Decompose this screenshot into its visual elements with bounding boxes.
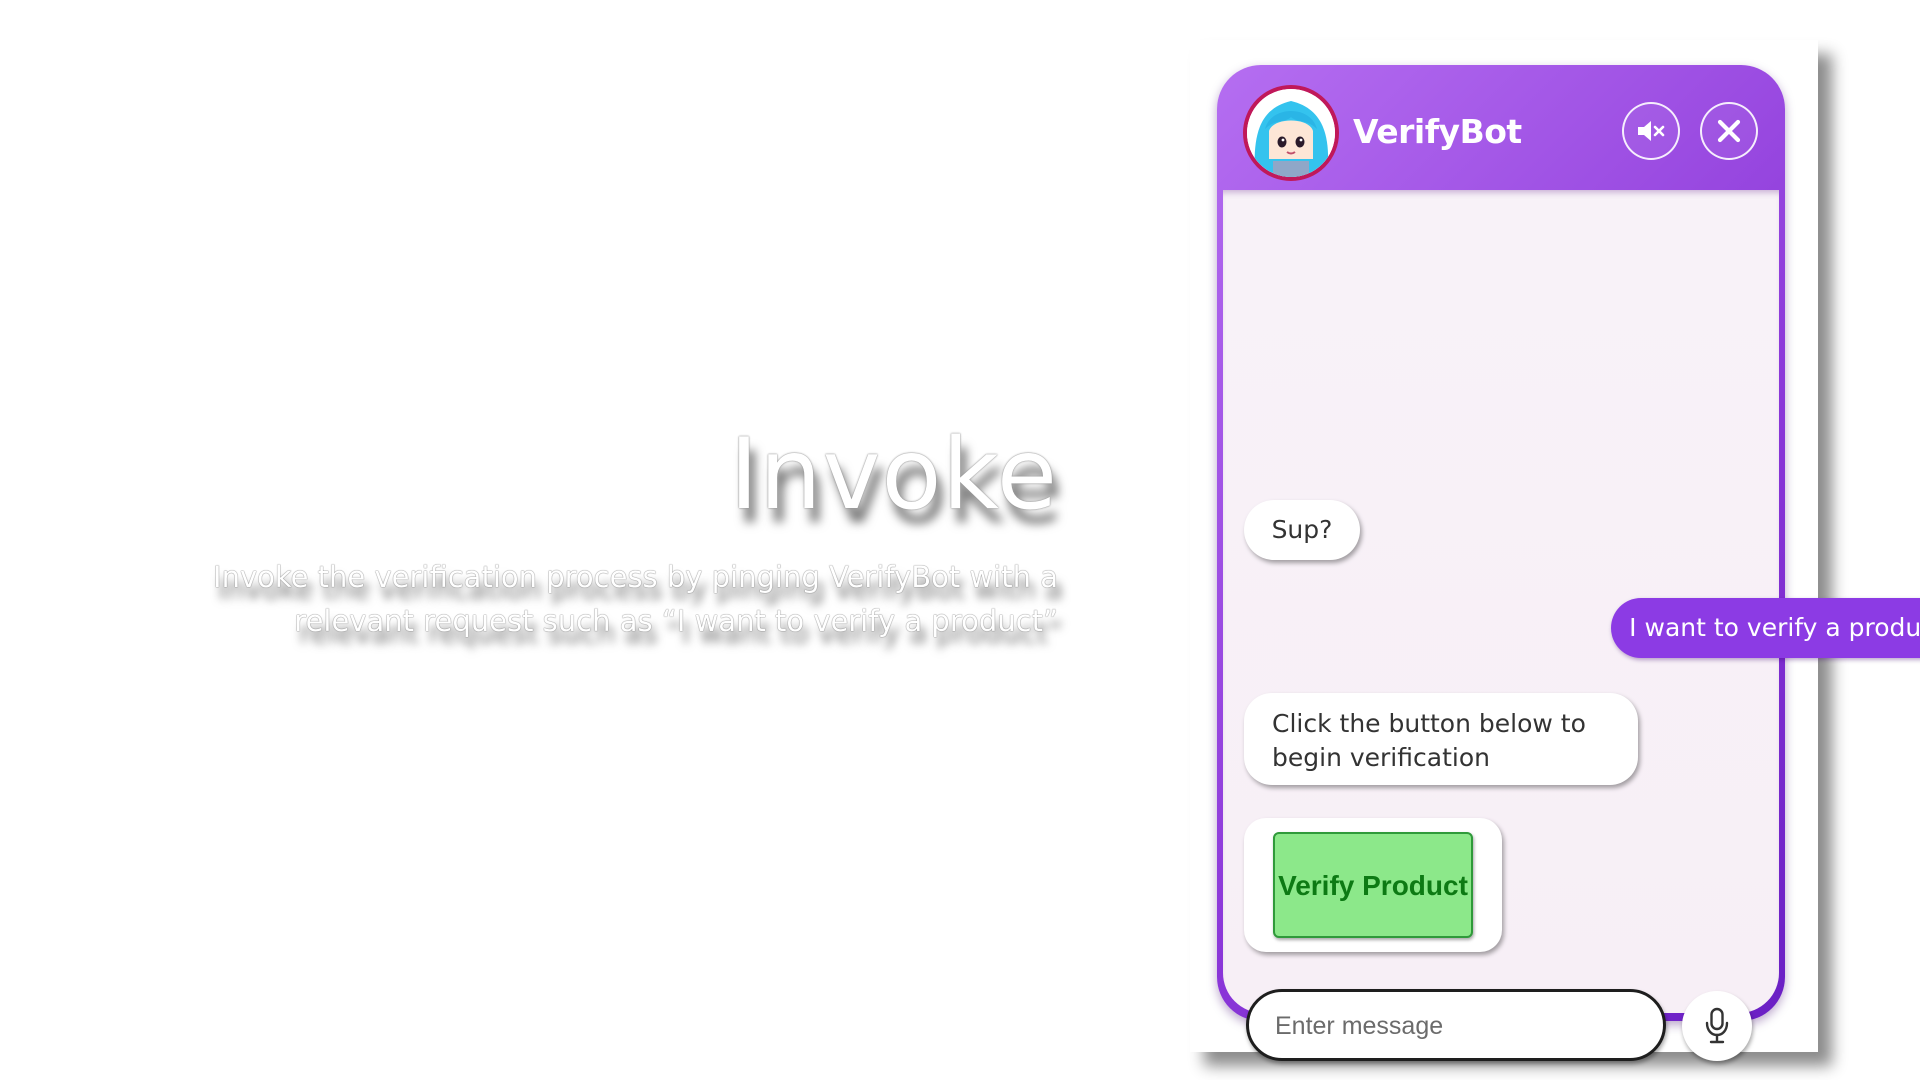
chat-messages-area[interactable]: Sup? I want to verify a product Click th… (1223, 190, 1920, 1061)
chat-header: VerifyBot (1217, 65, 1785, 190)
avatar-icon (1247, 89, 1335, 177)
microphone-button[interactable] (1682, 991, 1752, 1061)
microphone-icon (1705, 1007, 1729, 1044)
bot-name: VerifyBot (1353, 112, 1522, 151)
slide-title: Invoke (729, 418, 1058, 532)
chat-window: VerifyBot Sup? I want to verify a produc… (1217, 65, 1920, 1061)
slide: Invoke Invoke the verification process b… (0, 0, 1920, 1080)
message-input[interactable] (1273, 992, 1647, 1060)
mute-button[interactable] (1622, 102, 1680, 160)
bot-message: Click the button below to begin verifica… (1244, 693, 1638, 785)
bot-message: Sup? (1244, 500, 1360, 560)
close-icon (1717, 119, 1741, 143)
bot-avatar (1243, 85, 1339, 181)
slide-description: Invoke the verification process by pingi… (213, 560, 1058, 638)
close-button[interactable] (1700, 102, 1758, 160)
bot-action-card: Verify Product (1244, 818, 1502, 952)
message-input-container (1246, 989, 1666, 1061)
speaker-muted-icon (1638, 121, 1665, 141)
user-message: I want to verify a product (1611, 598, 1920, 658)
verify-product-label: Verify Product (1278, 869, 1468, 901)
verify-product-button[interactable]: Verify Product (1273, 832, 1473, 938)
